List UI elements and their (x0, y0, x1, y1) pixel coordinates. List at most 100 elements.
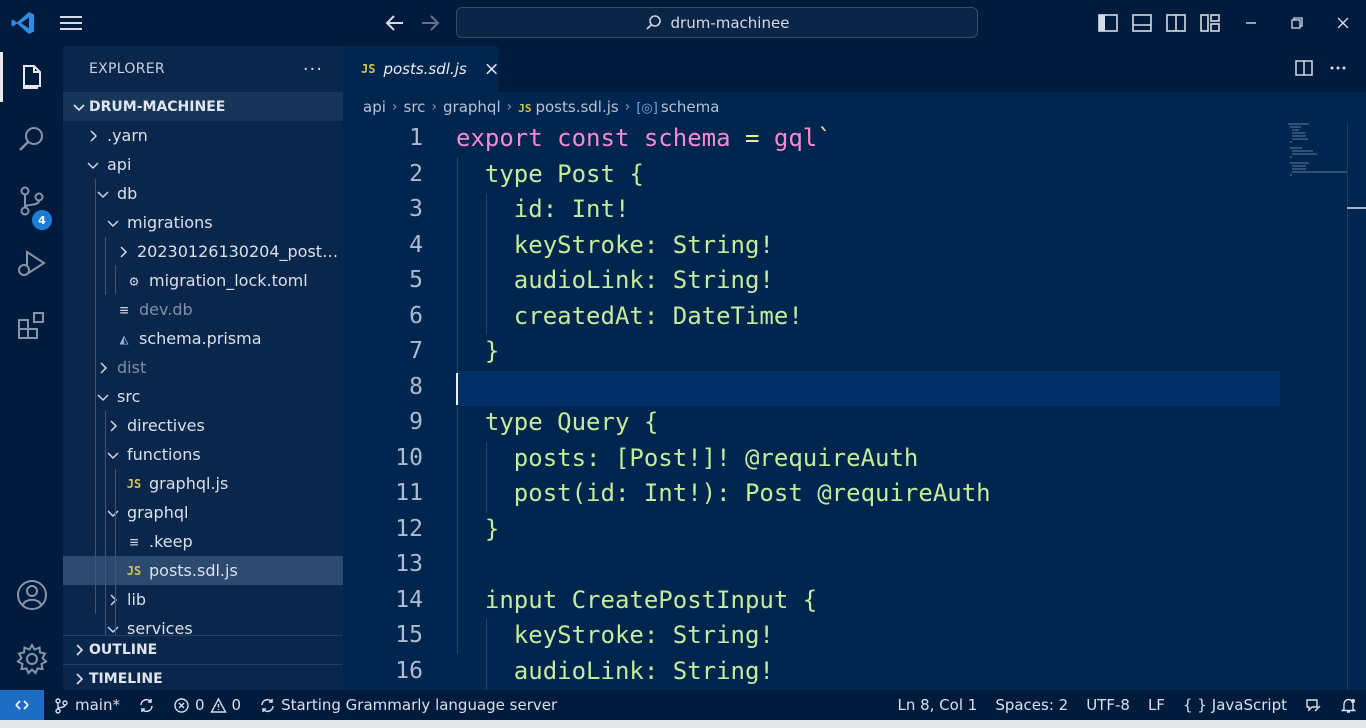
breadcrumb-item[interactable]: src (404, 98, 426, 116)
breadcrumb-item[interactable]: api (363, 98, 386, 116)
workspace-root-header[interactable]: DRUM-MACHINEE (63, 92, 343, 121)
code-line[interactable]: 11 post(id: Int!): Post @requireAuth (343, 477, 1366, 513)
eol-status[interactable]: LF (1139, 696, 1174, 714)
code-line[interactable]: 13 (343, 548, 1366, 584)
error-count: 0 (194, 696, 205, 714)
breadcrumb-item[interactable]: JS posts.sdl.js (518, 98, 618, 116)
outline-section-header[interactable]: OUTLINE (63, 635, 343, 664)
tree-folder[interactable]: .yarn (63, 121, 343, 150)
workspace-root-label: DRUM-MACHINEE (89, 98, 226, 115)
toggle-primary-sidebar-icon[interactable] (1097, 12, 1119, 34)
code-text: export const schema = gql` (456, 124, 832, 152)
tab-posts-sdl-js[interactable]: JS posts.sdl.js (343, 46, 498, 92)
code-line[interactable]: 3 id: Int! (343, 193, 1366, 229)
toggle-panel-icon[interactable] (1131, 12, 1153, 34)
branch-status[interactable]: main* (44, 696, 129, 714)
tree-folder[interactable]: src (63, 382, 343, 411)
branch-label: main* (75, 696, 120, 714)
more-actions-button[interactable]: ··· (303, 59, 323, 80)
warning-icon (209, 697, 227, 713)
line-number: 1 (409, 125, 423, 151)
chevron-right-icon (90, 129, 98, 142)
grammarly-status[interactable]: Starting Grammarly language server (250, 696, 566, 714)
braces-icon: { } (1182, 696, 1207, 714)
chevron-right-icon (100, 361, 108, 374)
tree-folder[interactable]: db (63, 179, 343, 208)
title-bar: drum-machinee (0, 0, 1366, 46)
activity-settings[interactable] (0, 628, 63, 690)
symbol-variable-icon: [◎] (636, 101, 658, 116)
tree-item-label: graphql (127, 503, 189, 522)
close-icon[interactable] (485, 62, 498, 76)
chevron-down-icon (107, 625, 119, 633)
line-number: 6 (409, 302, 423, 329)
tree-item-label: .keep (149, 532, 193, 551)
tree-folder[interactable]: api (63, 150, 343, 179)
feedback-button[interactable] (1296, 697, 1331, 714)
cursor-position[interactable]: Ln 8, Col 1 (888, 696, 986, 714)
back-arrow-icon[interactable] (383, 12, 407, 34)
remote-indicator[interactable] (0, 690, 44, 720)
sync-status[interactable] (129, 697, 164, 714)
indentation-status[interactable]: Spaces: 2 (986, 696, 1077, 714)
encoding-status[interactable]: UTF-8 (1077, 696, 1139, 714)
code-line[interactable]: 10 posts: [Post!]! @requireAuth (343, 442, 1366, 478)
menu-icon[interactable] (58, 11, 84, 35)
tree-item-label: dev.db (139, 300, 193, 319)
status-bar: main* 0 0 Starting Grammarly language se… (0, 690, 1366, 720)
code-line[interactable]: 7 } (343, 335, 1366, 371)
code-line[interactable]: 4 keyStroke: String! (343, 229, 1366, 265)
problems-status[interactable]: 0 0 (164, 696, 250, 714)
code-text: posts: [Post!]! @requireAuth (456, 443, 919, 472)
chevron-right-icon: › (391, 99, 398, 115)
code-line[interactable]: 12 } (343, 513, 1366, 549)
chevron-right-icon: › (431, 99, 438, 115)
code-line[interactable]: 14 input CreatePostInput { (343, 584, 1366, 620)
toggle-secondary-sidebar-icon[interactable] (1165, 12, 1187, 34)
code-line[interactable]: 9 type Query { (343, 406, 1366, 442)
code-line[interactable]: 2 type Post { (343, 158, 1366, 194)
tree-file[interactable]: ◭ schema.prisma (63, 324, 343, 353)
close-icon[interactable] (1332, 12, 1354, 34)
minimize-icon[interactable] (1240, 12, 1262, 34)
tree-item-label: 20230126130204_post_cr... (137, 242, 343, 261)
code-line[interactable]: 6 createdAt: DateTime! (343, 300, 1366, 336)
code-text: } (456, 514, 500, 543)
activity-source-control[interactable]: 4 (0, 170, 63, 232)
activity-extensions[interactable] (0, 294, 63, 356)
restore-icon[interactable] (1286, 12, 1308, 34)
code-line[interactable]: 5 audioLink: String! (343, 264, 1366, 300)
code-editor[interactable]: 1 export const schema = gql` 2 type Post {… (343, 122, 1366, 690)
code-line[interactable]: 15 keyStroke: String! (343, 619, 1366, 655)
language-mode[interactable]: { } JavaScript (1174, 696, 1296, 714)
tree-item-label: db (117, 184, 138, 203)
breadcrumb-item[interactable]: [◎] schema (636, 98, 719, 116)
command-center-search[interactable]: drum-machinee (456, 7, 978, 38)
more-actions-icon[interactable] (1328, 58, 1348, 78)
timeline-section-header[interactable]: TIMELINE (63, 664, 343, 693)
notifications-button[interactable] (1331, 697, 1366, 714)
activity-search[interactable] (0, 108, 63, 170)
line-number: 10 (395, 444, 423, 471)
tree-item-label: src (117, 387, 141, 406)
git-branch-icon (55, 697, 68, 714)
line-number: 4 (409, 231, 423, 258)
search-icon (645, 14, 661, 30)
activity-run-debug[interactable] (0, 232, 63, 294)
tree-indent-guide (115, 527, 116, 585)
code-line[interactable]: 8 (343, 370, 1366, 406)
code-line[interactable]: 16 audioLink: String! (343, 655, 1366, 691)
breadcrumb-item[interactable]: graphql (443, 98, 501, 116)
tree-folder[interactable]: dist (63, 353, 343, 382)
code-text: id: Int! (456, 195, 630, 223)
forward-arrow-icon[interactable] (418, 12, 442, 34)
code-line[interactable]: 1 export const schema = gql` (343, 122, 1366, 158)
tree-indent-guide (95, 179, 96, 614)
tree-file[interactable]: ≡ dev.db (63, 295, 343, 324)
customize-layout-icon[interactable] (1199, 12, 1221, 34)
activity-accounts[interactable] (0, 564, 63, 626)
activity-explorer[interactable] (0, 46, 63, 108)
tree-folder[interactable]: migrations (63, 208, 343, 237)
split-editor-icon[interactable] (1294, 58, 1314, 78)
minimap[interactable] (1287, 122, 1347, 182)
